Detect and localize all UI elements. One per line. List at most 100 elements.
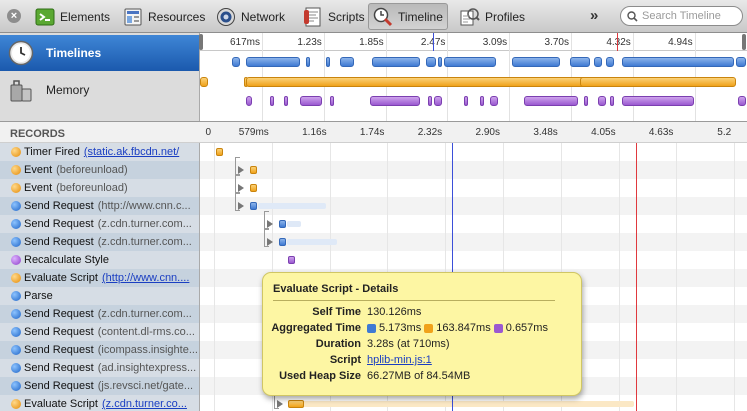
record-row[interactable]: Event (beforeunload) xyxy=(0,161,199,179)
record-row[interactable]: Send Request (http://www.cnn.c... xyxy=(0,197,199,215)
aggregated-loading: 5.173ms xyxy=(379,322,422,334)
aggregated-rendering: 0.657ms xyxy=(505,322,548,334)
timeline-record-bar[interactable] xyxy=(250,184,257,192)
popover-key: Aggregated Time xyxy=(271,322,361,334)
popover-divider xyxy=(273,300,555,301)
overview-loading-bar xyxy=(438,57,442,67)
search-box[interactable] xyxy=(620,6,743,26)
records-title: RECORDS xyxy=(10,128,66,140)
overview-window-left-handle[interactable] xyxy=(199,34,203,50)
overview-rendering-bar xyxy=(584,96,588,106)
popover-heap-row: Used Heap Size 66.27MB of 84.54MB xyxy=(263,370,581,386)
search-input[interactable] xyxy=(642,10,742,22)
timeline-record-bar[interactable] xyxy=(250,166,257,174)
search-icon xyxy=(627,10,638,22)
timeline-record-bar[interactable] xyxy=(279,220,286,228)
record-detail: (z.cdn.turner.com... xyxy=(97,308,192,320)
tab-scripts[interactable]: Scripts xyxy=(299,3,369,30)
timeline-record-bar[interactable] xyxy=(250,202,257,210)
record-row[interactable]: Send Request (ad.insightexpress... xyxy=(0,359,199,377)
record-detail: (js.revsci.net/gate... xyxy=(97,380,194,392)
record-category-dot xyxy=(11,309,21,319)
overview-item-label: Memory xyxy=(46,83,90,97)
record-link[interactable]: (z.cdn.turner.co... xyxy=(102,398,187,410)
overview-tick-label: 3.70s xyxy=(544,37,569,48)
overview-rendering-bar xyxy=(300,96,322,106)
tab-profiles[interactable]: Profiles xyxy=(456,3,529,30)
record-row[interactable]: Evaluate Script (http://www.cnn.... xyxy=(0,269,199,287)
record-label: Send Request xyxy=(24,362,94,374)
network-icon xyxy=(216,7,236,27)
record-row[interactable]: Send Request (js.revsci.net/gate... xyxy=(0,377,199,395)
overview-item-timelines[interactable]: Timelines xyxy=(0,35,199,71)
overview-graph[interactable]: 617ms1.23s1.85s2.47s3.09s3.70s4.32s4.94s xyxy=(199,33,747,121)
script-link[interactable]: hplib-min.js:1 xyxy=(367,354,432,366)
tab-elements[interactable]: Elements xyxy=(31,3,114,30)
tab-timeline[interactable]: Timeline xyxy=(368,3,448,30)
record-category-dot xyxy=(11,147,21,157)
records-tick-label: 5.2 xyxy=(717,127,732,138)
timeline-record-bar[interactable] xyxy=(279,238,286,246)
close-icon[interactable]: × xyxy=(7,9,21,23)
record-row[interactable]: Parse xyxy=(0,287,199,305)
overview-loading-bar xyxy=(594,57,602,67)
timeline-row xyxy=(200,143,747,161)
record-row[interactable]: Timer Fired (static.ak.fbcdn.net/ xyxy=(0,143,199,161)
popover-key: Duration xyxy=(315,338,361,350)
record-row[interactable]: Send Request (z.cdn.turner.com... xyxy=(0,233,199,251)
record-row[interactable]: Send Request (content.dl-rms.co... xyxy=(0,323,199,341)
record-category-dot xyxy=(11,183,21,193)
overview-rendering-bar xyxy=(246,96,252,106)
record-detail: (beforeunload) xyxy=(56,182,128,194)
timeline-row xyxy=(200,179,747,197)
record-link[interactable]: (http://www.cnn.... xyxy=(102,272,189,284)
records-tick-label: 4.63s xyxy=(648,127,674,138)
overview-loading-bar xyxy=(512,57,560,67)
popover-script-row: Script hplib-min.js:1 xyxy=(263,354,581,370)
scripts-icon xyxy=(303,7,323,27)
records-tick-label: 579ms xyxy=(238,127,269,138)
tab-resources[interactable]: Resources xyxy=(119,3,209,30)
load-event-marker xyxy=(617,33,618,51)
overview-loading-bar xyxy=(326,57,330,67)
record-label: Parse xyxy=(24,290,53,302)
resources-icon xyxy=(123,7,143,27)
record-row[interactable]: Event (beforeunload) xyxy=(0,179,199,197)
popover-key: Script xyxy=(329,354,361,366)
timeline-gridline xyxy=(618,143,620,411)
tab-network[interactable]: Network xyxy=(212,3,289,30)
overview-window-right-handle[interactable] xyxy=(742,34,746,50)
records-tick-label: 2.90s xyxy=(475,127,500,138)
record-label: Recalculate Style xyxy=(24,254,109,266)
overview-tick-label: 4.94s xyxy=(668,37,693,48)
overview-scripting-bar xyxy=(580,77,736,87)
overview-loading-bar xyxy=(232,57,240,67)
record-row[interactable]: Recalculate Style xyxy=(0,251,199,269)
overview-item-label: Timelines xyxy=(46,46,102,60)
record-link[interactable]: (static.ak.fbcdn.net/ xyxy=(84,146,179,158)
timeline-record-bar[interactable] xyxy=(288,400,304,408)
dom-content-loaded-marker xyxy=(433,33,434,51)
overview-rendering-bar xyxy=(270,96,274,106)
record-category-dot xyxy=(11,381,21,391)
record-label: Send Request xyxy=(24,326,94,338)
popover-value: 3.28s (at 710ms) xyxy=(367,338,450,350)
record-detail: (http://www.cnn.c... xyxy=(97,200,191,212)
record-group-bracket xyxy=(235,157,240,175)
record-label: Evaluate Script xyxy=(24,272,98,284)
timeline-record-bar[interactable] xyxy=(288,256,295,264)
overview-tick-label: 617ms xyxy=(229,37,260,48)
record-row[interactable]: Send Request (icompass.insighte... xyxy=(0,341,199,359)
record-category-dot xyxy=(11,399,21,409)
aggregated-scripting: 163.847ms xyxy=(436,322,491,334)
record-row[interactable]: Evaluate Script (z.cdn.turner.co... xyxy=(0,395,199,411)
overview-loading-bar xyxy=(340,57,354,67)
records-tick-label: 3.48s xyxy=(533,127,558,138)
record-row[interactable]: Send Request (z.cdn.turner.com... xyxy=(0,305,199,323)
overview-scripting-bar xyxy=(200,77,208,87)
timeline-record-bar[interactable] xyxy=(216,148,223,156)
record-row[interactable]: Send Request (z.cdn.turner.com... xyxy=(0,215,199,233)
toolbar-overflow-button[interactable]: » xyxy=(590,7,598,24)
overview-item-memory[interactable]: Memory xyxy=(0,72,199,108)
popover-duration-row: Duration 3.28s (at 710ms) xyxy=(263,338,581,354)
